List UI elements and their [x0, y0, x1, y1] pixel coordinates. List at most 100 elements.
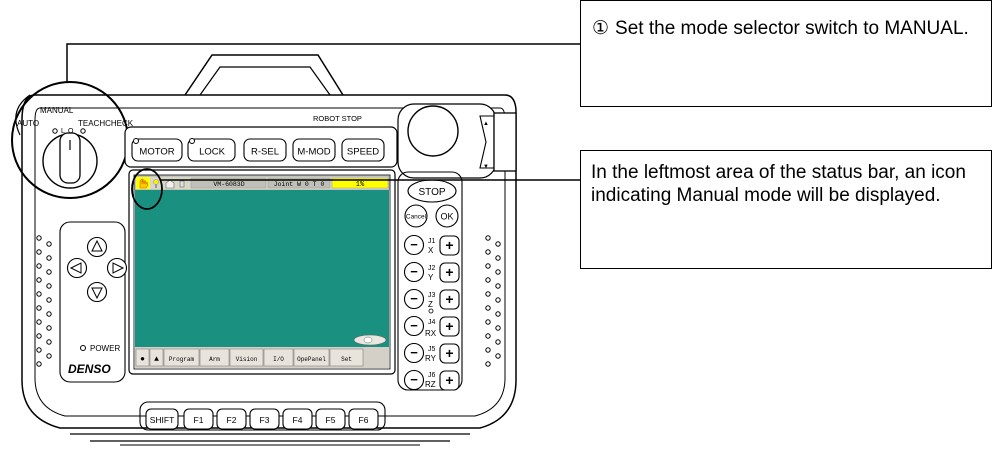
jog-minus-j2-label: − [410, 264, 418, 279]
jog-plus-j1-label: + [445, 237, 453, 253]
mode-selector-switch[interactable] [42, 132, 98, 189]
f1-key[interactable]: F1 [183, 408, 214, 430]
jog-minus-j5-label: − [410, 345, 418, 360]
f1-key-label: F1 [194, 415, 204, 425]
joint-mode-text: Joint W 0 T 0 [274, 181, 325, 188]
mode-label-auto: AUTO [17, 119, 39, 128]
ok-button-label: OK [440, 212, 453, 222]
jog-plus-j6-label: + [445, 372, 453, 388]
jog-minus-j4-label: − [410, 318, 418, 333]
screen-tab-label: ▲ [154, 355, 159, 364]
cancel-button[interactable]: Cancel [404, 204, 428, 228]
jog-minus-j6-label: − [410, 372, 418, 387]
speed-button-label: SPEED [347, 147, 379, 158]
r-sel-button[interactable]: R-SEL [243, 138, 287, 162]
f2-key-label: F2 [227, 415, 237, 425]
screen-tab-label: Program [169, 356, 195, 363]
f3-key-label: F3 [260, 415, 270, 425]
m-mod-button-label: M-MOD [297, 147, 330, 158]
jog-plus-j4[interactable]: + [439, 316, 460, 337]
lock-status-icon [179, 180, 185, 188]
manual-mode-hand-icon [136, 177, 150, 189]
jog-plus-j1[interactable]: + [439, 235, 460, 256]
f6-key[interactable]: F6 [348, 408, 379, 430]
jog-minus-j6[interactable]: − [403, 369, 425, 391]
power-label: POWER [90, 344, 120, 353]
screen-tab-label: ● [140, 355, 145, 364]
denso-logo: DENSO [68, 362, 111, 376]
screen-tab-7[interactable]: Set [329, 348, 364, 367]
jog-label-j5: J5 [428, 346, 436, 353]
jog-plus-j2[interactable]: + [439, 262, 460, 283]
jog-plus-j6[interactable]: + [439, 370, 460, 391]
screen-tab-label: Vision [236, 356, 258, 363]
step-1-text: Set the mode selector switch to MANUAL. [615, 18, 969, 39]
cursor-left-button[interactable] [66, 257, 88, 279]
jog-label-j1: J1 [428, 238, 436, 245]
jog-label-j3: J3 [428, 292, 436, 299]
enable-mark-down: ▼ [483, 164, 489, 170]
shift-key-label: SHIFT [150, 415, 175, 425]
jog-minus-j5[interactable]: − [403, 342, 425, 364]
screen-tab-2[interactable]: Program [163, 348, 200, 367]
screen-tab-6[interactable]: OpePanel [293, 348, 330, 367]
screen-tab-3[interactable]: Arm [199, 348, 230, 367]
cursor-down-button[interactable] [86, 281, 108, 303]
jog-minus-j4[interactable]: − [403, 315, 425, 337]
jog-minus-j2[interactable]: − [403, 261, 425, 283]
shift-key[interactable]: SHIFT [145, 408, 179, 430]
cursor-right-button[interactable] [106, 257, 128, 279]
step-number: ① [592, 18, 610, 39]
f4-key-label: F4 [293, 415, 303, 425]
f5-key[interactable]: F5 [315, 408, 346, 430]
mode-label-manual: MANUAL [40, 106, 74, 115]
callout-step-1: ① Set the mode selector switch to MANUAL… [580, 0, 992, 107]
f6-key-label: F6 [359, 415, 369, 425]
speed-text: 1% [356, 181, 365, 189]
motor-button-label: MOTOR [139, 147, 174, 158]
cancel-button-label: Cancel [406, 214, 427, 221]
m-mod-button[interactable]: M-MOD [292, 138, 336, 162]
screen-tab-label: Set [341, 356, 352, 363]
status-lamp-icon [153, 179, 159, 185]
jog-plus-j3[interactable]: + [439, 289, 460, 310]
cursor-up-button[interactable] [86, 236, 108, 258]
callout-step-2: In the leftmost area of the status bar, … [580, 150, 992, 269]
carry-handle [184, 54, 344, 96]
jog-minus-j1-label: − [410, 237, 418, 252]
jog-plus-j5[interactable]: + [439, 343, 460, 364]
screen-tab-1[interactable]: ▲ [149, 348, 164, 367]
jog-label-rz: RZ [425, 380, 436, 389]
jog-plus-j5-label: + [445, 345, 453, 361]
jog-minus-j3[interactable]: − [403, 288, 425, 310]
jog-minus-j3-label: − [410, 291, 418, 306]
ok-button[interactable]: OK [435, 204, 459, 228]
screen-display [135, 190, 389, 332]
jog-label-j4: J4 [428, 319, 436, 326]
jog-minus-j1[interactable]: − [403, 234, 425, 256]
jog-label-j6: J6 [428, 372, 436, 379]
lock-button[interactable]: LOCK [187, 138, 236, 162]
stop-button-label: STOP [418, 187, 445, 198]
power-led-icon [80, 345, 86, 351]
jog-label-ry: RY [425, 354, 437, 363]
robot-model-text: VM-6083D [213, 181, 244, 188]
speed-button[interactable]: SPEED [341, 138, 385, 162]
jog-plus-j2-label: + [445, 264, 453, 280]
jog-plus-j3-label: + [445, 291, 453, 307]
shift-indicator-icon [353, 334, 387, 346]
screen-tab-label: OpePanel [297, 356, 326, 363]
f3-key[interactable]: F3 [249, 408, 280, 430]
jog-label-z: Z [428, 300, 433, 309]
r-sel-button-label: R-SEL [251, 147, 279, 158]
screen-tab-0[interactable]: ● [135, 348, 150, 367]
screen-tab-label: I/O [273, 356, 284, 363]
jog-label-y: Y [428, 273, 434, 282]
screen-tab-4[interactable]: Vision [229, 348, 264, 367]
motor-button[interactable]: MOTOR [131, 138, 183, 162]
f2-key[interactable]: F2 [216, 408, 247, 430]
f4-key[interactable]: F4 [282, 408, 313, 430]
screen-tab-5[interactable]: I/O [263, 348, 294, 367]
robot-stop-label: ROBOT STOP [313, 114, 362, 123]
stop-button[interactable]: STOP [407, 179, 457, 203]
